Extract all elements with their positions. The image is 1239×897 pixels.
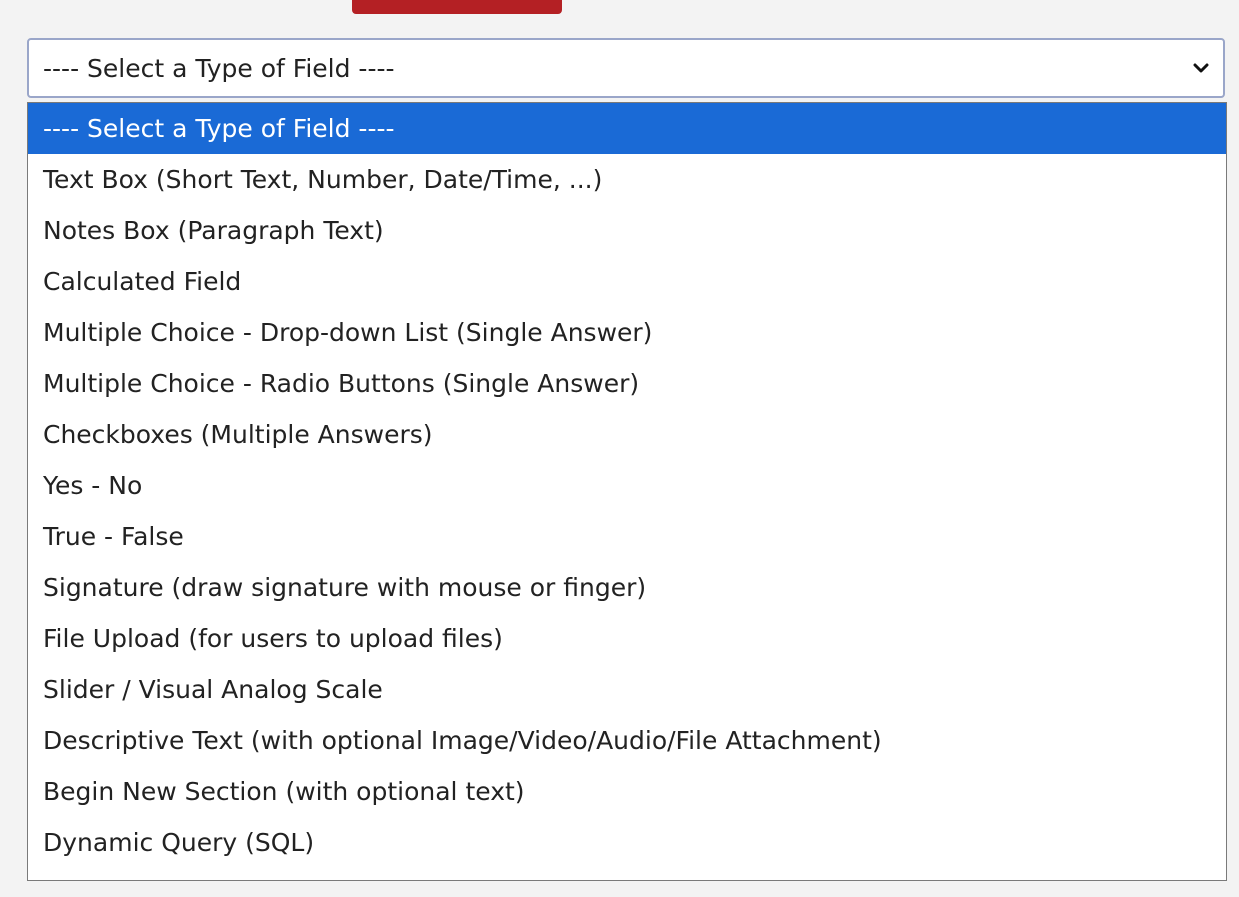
option-dynamic-query[interactable]: Dynamic Query (SQL) [28, 817, 1226, 868]
option-true-false[interactable]: True - False [28, 511, 1226, 562]
field-type-select[interactable]: ---- Select a Type of Field ---- [27, 38, 1225, 98]
option-select-placeholder[interactable]: ---- Select a Type of Field ---- [28, 103, 1226, 154]
option-file-upload[interactable]: File Upload (for users to upload files) [28, 613, 1226, 664]
red-button-partial[interactable] [352, 0, 562, 14]
option-descriptive-text[interactable]: Descriptive Text (with optional Image/Vi… [28, 715, 1226, 766]
option-text-box[interactable]: Text Box (Short Text, Number, Date/Time,… [28, 154, 1226, 205]
option-slider[interactable]: Slider / Visual Analog Scale [28, 664, 1226, 715]
chevron-down-icon[interactable] [1193, 60, 1209, 76]
option-signature[interactable]: Signature (draw signature with mouse or … [28, 562, 1226, 613]
option-begin-new-section[interactable]: Begin New Section (with optional text) [28, 766, 1226, 817]
option-checkboxes[interactable]: Checkboxes (Multiple Answers) [28, 409, 1226, 460]
option-multiple-choice-dropdown[interactable]: Multiple Choice - Drop-down List (Single… [28, 307, 1226, 358]
field-type-dropdown-list: ---- Select a Type of Field ---- Text Bo… [27, 102, 1227, 881]
option-multiple-choice-radio[interactable]: Multiple Choice - Radio Buttons (Single … [28, 358, 1226, 409]
field-type-select-value: ---- Select a Type of Field ---- [43, 53, 395, 83]
option-yes-no[interactable]: Yes - No [28, 460, 1226, 511]
option-notes-box[interactable]: Notes Box (Paragraph Text) [28, 205, 1226, 256]
option-calculated-field[interactable]: Calculated Field [28, 256, 1226, 307]
